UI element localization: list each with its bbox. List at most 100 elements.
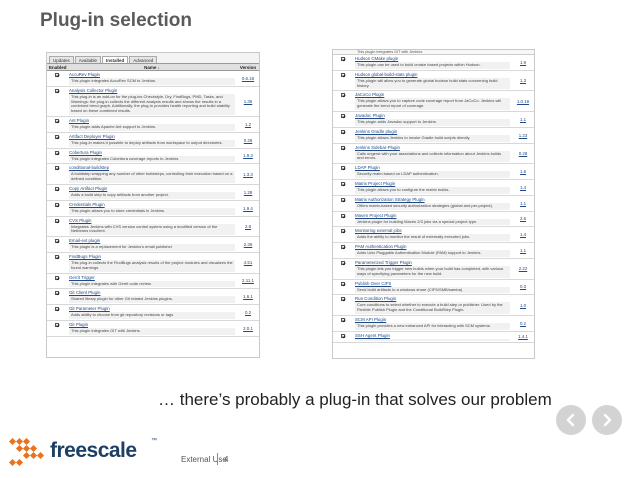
- plugin-version-link[interactable]: 1.3.3: [237, 164, 259, 184]
- plugin-enabled-checkbox[interactable]: [55, 254, 59, 259]
- column-name[interactable]: Name ↓: [67, 64, 237, 70]
- plugin-enabled-checkbox[interactable]: [55, 88, 59, 93]
- plugin-enabled-checkbox[interactable]: [341, 333, 345, 338]
- plugin-enabled-checkbox[interactable]: [341, 197, 345, 202]
- plugin-name-link[interactable]: Analysis Collector Plugin: [69, 88, 235, 93]
- plugin-enabled-checkbox[interactable]: [55, 275, 59, 280]
- plugin-enabled-checkbox[interactable]: [341, 93, 345, 98]
- plugin-version-link[interactable]: 2.36: [237, 237, 259, 252]
- plugin-version-link[interactable]: 2.11.1: [237, 274, 259, 289]
- plugin-name-link[interactable]: Monitoring external jobs: [355, 228, 510, 233]
- plugin-enabled-checkbox[interactable]: [55, 186, 59, 191]
- plugin-enabled-checkbox[interactable]: [341, 213, 345, 218]
- column-version[interactable]: Version: [237, 64, 259, 70]
- plugin-name-link[interactable]: Jenkins Sidebar-Plugin: [355, 145, 510, 150]
- plugin-enabled-checkbox[interactable]: [55, 291, 59, 296]
- plugin-enabled-checkbox[interactable]: [341, 229, 345, 234]
- plugin-version-link[interactable]: 1.23: [512, 128, 534, 143]
- tab-updates[interactable]: Updates: [49, 56, 74, 63]
- plugin-enabled-checkbox[interactable]: [341, 281, 345, 286]
- plugin-enabled-checkbox[interactable]: [55, 322, 59, 327]
- plugin-version-link[interactable]: 1.36: [237, 87, 259, 116]
- plugin-version-link[interactable]: 0.29: [237, 133, 259, 148]
- plugin-version-link[interactable]: 1.6.1: [237, 289, 259, 304]
- plugin-enabled-checkbox[interactable]: [55, 239, 59, 244]
- plugin-enabled-checkbox[interactable]: [55, 307, 59, 312]
- plugin-enabled-checkbox[interactable]: [341, 317, 345, 322]
- plugin-enabled-checkbox[interactable]: [55, 150, 59, 155]
- plugin-enabled-checkbox[interactable]: [341, 145, 345, 150]
- plugin-enabled-checkbox[interactable]: [341, 72, 345, 77]
- plugin-enabled-checkbox[interactable]: [341, 166, 345, 171]
- plugin-name-link[interactable]: Parameterized Trigger Plugin: [355, 260, 510, 265]
- plugin-version-link[interactable]: 1.1: [512, 112, 534, 127]
- plugin-enabled-checkbox[interactable]: [341, 57, 345, 61]
- plugin-name-link[interactable]: Gerrit Trigger: [69, 275, 235, 280]
- plugin-enabled-checkbox[interactable]: [55, 202, 59, 207]
- plugin-name-link[interactable]: SCM API Plugin: [355, 317, 510, 322]
- plugin-version-link[interactable]: 1.0.19: [512, 91, 534, 111]
- tab-advanced[interactable]: Advanced: [129, 56, 158, 63]
- plugin-version-link[interactable]: 2.22: [512, 259, 534, 279]
- plugin-name-link[interactable]: FindBugs Plugin: [69, 254, 235, 259]
- plugin-name-link[interactable]: Credentials Plugin: [69, 202, 235, 207]
- plugin-name-link[interactable]: LDAP Plugin: [355, 165, 510, 170]
- plugin-version-link[interactable]: 1.1: [512, 243, 534, 258]
- plugin-name-link[interactable]: Publish Over CIFS: [355, 281, 510, 286]
- plugin-name-link[interactable]: Artifact Deployer Plugin: [69, 134, 235, 139]
- column-enabled[interactable]: Enabled: [47, 64, 67, 70]
- plugin-name-link[interactable]: Matrix Authorization Strategy Plugin: [355, 197, 510, 202]
- tab-installed[interactable]: Installed: [101, 56, 129, 63]
- plugin-version-link[interactable]: 1.3: [512, 71, 534, 91]
- plugin-version-link[interactable]: 1.9.3: [237, 149, 259, 164]
- plugin-enabled-checkbox[interactable]: [341, 113, 345, 118]
- plugin-enabled-checkbox[interactable]: [55, 134, 59, 139]
- plugin-name-link[interactable]: Email-ext plugin: [69, 238, 235, 243]
- plugin-enabled-checkbox[interactable]: [341, 260, 345, 265]
- plugin-version-link[interactable]: 1.6: [512, 164, 534, 179]
- plugin-version-link[interactable]: 0.3: [512, 280, 534, 295]
- plugin-version-link[interactable]: 4.51: [237, 253, 259, 273]
- plugin-enabled-checkbox[interactable]: [55, 218, 59, 223]
- plugin-enabled-checkbox[interactable]: [341, 181, 345, 186]
- next-slide-button[interactable]: [592, 405, 622, 435]
- plugin-version-link[interactable]: 1.4: [512, 227, 534, 242]
- plugin-name-link[interactable]: Jenkins Gradle plugin: [355, 129, 510, 134]
- plugin-enabled-checkbox[interactable]: [341, 297, 345, 302]
- plugin-name-link[interactable]: Git Client Plugin: [69, 290, 235, 295]
- plugin-name-link[interactable]: Cobertura Plugin: [69, 150, 235, 155]
- plugin-enabled-checkbox[interactable]: [55, 166, 59, 171]
- plugin-version-link[interactable]: 0.2: [237, 305, 259, 320]
- plugin-name-link[interactable]: CVS Plugin: [69, 218, 235, 223]
- plugin-enabled-checkbox[interactable]: [55, 118, 59, 123]
- plugin-version-link[interactable]: 2.6: [512, 212, 534, 227]
- plugin-version-link[interactable]: 1.0: [512, 295, 534, 315]
- plugin-version-link[interactable]: 1.9.4: [237, 201, 259, 216]
- plugin-name-link[interactable]: JaCoCo Plugin: [355, 92, 510, 97]
- plugin-name-link[interactable]: Git Plugin: [69, 322, 235, 327]
- plugin-name-link[interactable]: Copy Artifact Plugin: [69, 186, 235, 191]
- tab-available[interactable]: Available: [74, 56, 101, 63]
- plugin-version-link[interactable]: 0.2: [512, 316, 534, 331]
- plugin-version-link[interactable]: 1.28: [237, 185, 259, 200]
- plugin-name-link[interactable]: Javadoc Plugin: [355, 113, 510, 118]
- plugin-version-link[interactable]: 1.4: [512, 180, 534, 195]
- plugin-version-link[interactable]: 0.6.18: [237, 71, 259, 86]
- plugin-name-link[interactable]: conditional-buildstep: [69, 165, 235, 170]
- plugin-version-link[interactable]: 1.1: [512, 196, 534, 211]
- plugin-enabled-checkbox[interactable]: [341, 129, 345, 134]
- plugin-version-link[interactable]: 1.4.1: [512, 332, 534, 342]
- plugin-enabled-checkbox[interactable]: [341, 245, 345, 250]
- previous-slide-button[interactable]: [556, 405, 586, 435]
- plugin-name-link[interactable]: Ant Plugin: [69, 118, 235, 123]
- plugin-name-link[interactable]: Hudson global-build-stats plugin: [355, 72, 510, 77]
- plugin-name-link[interactable]: PAM Authentication Plugin: [355, 244, 510, 249]
- plugin-name-link[interactable]: AccuRev Plugin: [69, 72, 235, 77]
- plugin-version-link[interactable]: 0.28: [512, 144, 534, 164]
- plugin-version-link[interactable]: 2.0.1: [237, 321, 259, 336]
- plugin-version-link[interactable]: 2.8: [237, 217, 259, 237]
- plugin-name-link[interactable]: Matrix Project Plugin: [355, 181, 510, 186]
- plugin-enabled-checkbox[interactable]: [55, 73, 59, 77]
- plugin-name-link[interactable]: Hudson CMake plugin: [355, 56, 510, 61]
- plugin-version-link[interactable]: 1.2: [237, 117, 259, 132]
